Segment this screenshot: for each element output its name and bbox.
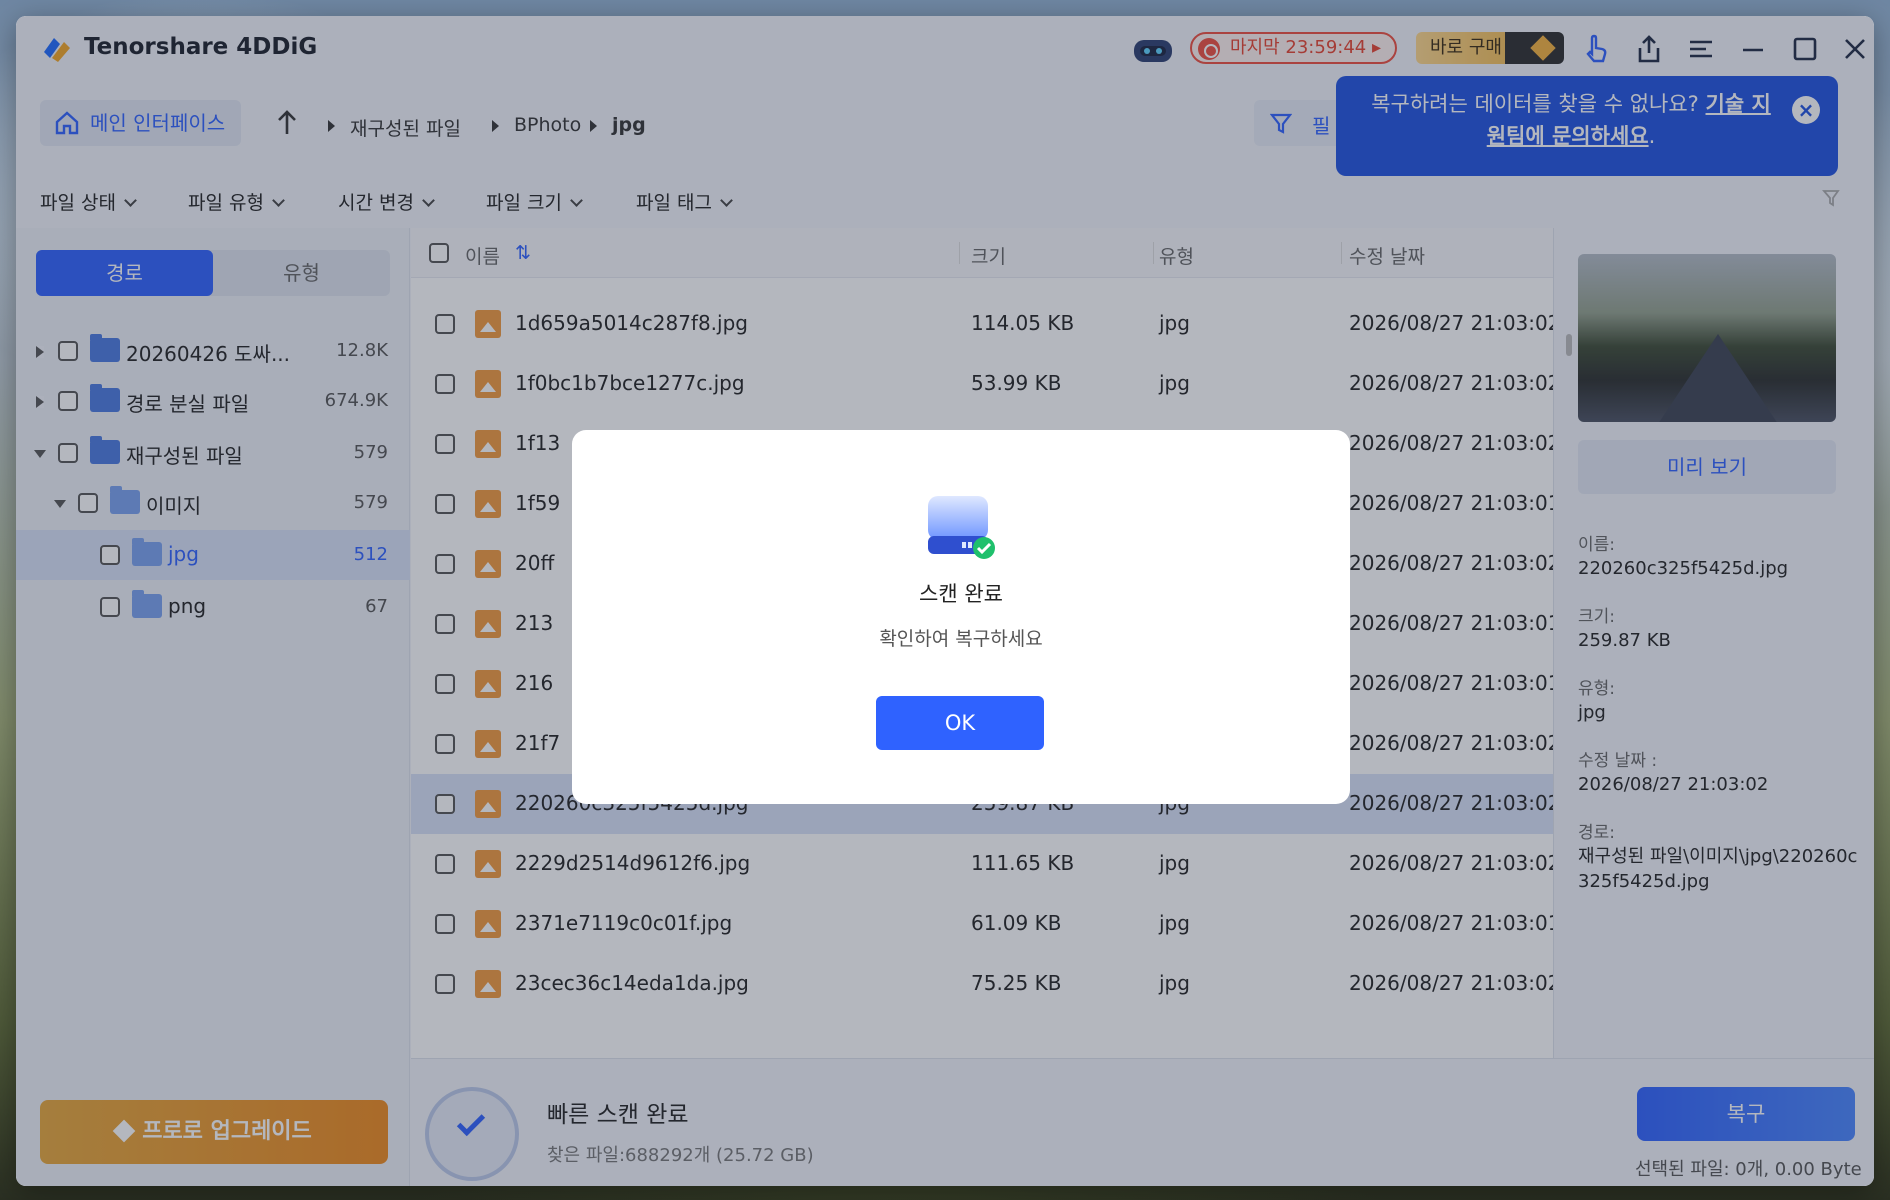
ok-button[interactable]: OK [876,696,1044,750]
dialog-message: 확인하여 복구하세요 [879,628,1043,650]
app-window: Tenorshare 4DDiG 마지막 23:59:44 ▸ 바로 구매 메인… [16,16,1874,1186]
drive-check-icon [928,496,995,559]
scan-complete-dialog: 스캔 완료 확인하여 복구하세요 OK [572,430,1350,804]
dialog-title: 스캔 완료 [919,582,1003,606]
